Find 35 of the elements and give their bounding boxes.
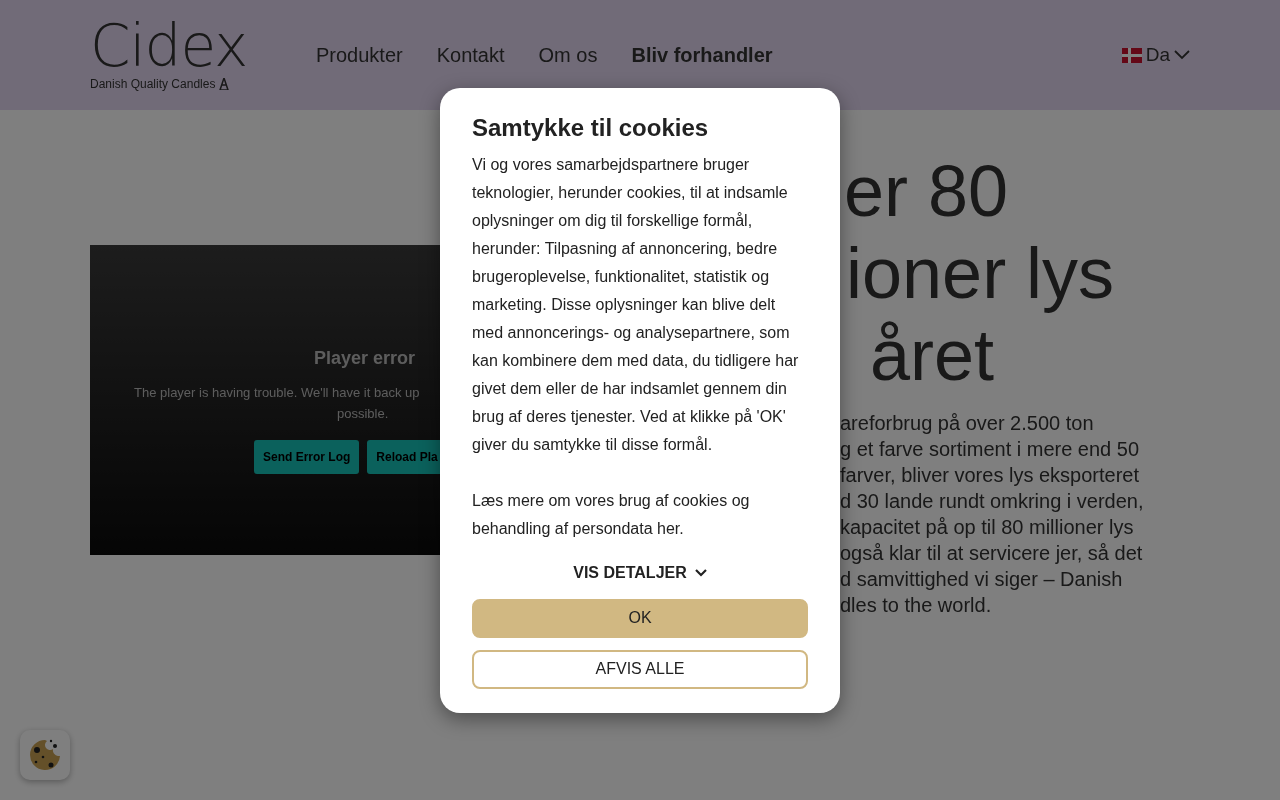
chevron-icon — [694, 568, 707, 577]
danish-flag-icon — [1121, 47, 1142, 63]
heading-line: er 80 — [844, 150, 1010, 232]
cookie-settings-button[interactable] — [20, 730, 70, 780]
body-text-line: d 30 lande rundt omkring i verden, — [840, 489, 1145, 514]
error-message: The player is having trouble. We'll have it back up — [133, 384, 421, 402]
logo-tagline: Danish Quality Candles — [90, 76, 216, 93]
dialog-paragraph: Læs mere om vores brug af cookies og behandling af persondata her. — [472, 490, 751, 539]
chevron-down-icon — [1174, 50, 1190, 60]
reject-all-button[interactable]: AFVIS ALLE — [472, 649, 808, 689]
nav-link[interactable]: Produkter — [316, 40, 403, 70]
details-toggle[interactable]: VIS DETALJER — [573, 560, 707, 585]
body-text-line: også klar til at servicere jer, så det — [840, 541, 1144, 566]
body-text-line: dles to the world. — [840, 593, 993, 618]
player-button[interactable]: Send Error Log — [254, 440, 360, 474]
heading-line: ioner lys — [846, 232, 1116, 314]
candle-icon — [219, 78, 230, 90]
nav-link[interactable]: Bliv forhandler — [631, 40, 773, 70]
body-text-line: kapacitet på op til 80 millioner lys — [840, 515, 1135, 540]
player-button[interactable]: Reload Pla — [367, 440, 440, 474]
ok-button[interactable]: OK — [472, 598, 808, 638]
dialog-paragraph: Vi og vores samarbejdspartnere bruger teknologier, herunder cookies, til at indsamle oplysninger om dig til forskellige formål, herunder: Tilpasning af annoncering, bedre brugeroplevelse, funktionalitet, statistik og marketing. Disse oplysninger kan blive delt med annoncerings- og analysepartnere, som kan kombinere dem med data, du tidligere har givet dem eller de har indsamlet gennem din brug af deres tjenester. Ved at klikke på 'OK' giver du samtykke til disse formål. — [472, 154, 800, 455]
body-text-line: farver, bliver vores lys eksporteret — [840, 463, 1140, 488]
body-text-line: g et farve sortiment i mere end 50 — [840, 437, 1141, 462]
cookie-icon — [27, 737, 63, 773]
body-text-line: areforbrug på over 2.500 ton — [840, 411, 1095, 436]
dialog-title: Samtykke til cookies — [472, 114, 710, 143]
body-text-line: d samvittighed vi siger – Danish — [840, 567, 1124, 592]
error-title: Player error — [313, 347, 417, 370]
logo-wordmark[interactable]: Cidex — [90, 17, 316, 75]
error-message: possible. — [336, 405, 390, 423]
language-selector[interactable]: Da — [1121, 40, 1190, 70]
heading-line: året — [870, 314, 996, 396]
nav-link[interactable]: Kontakt — [436, 40, 505, 70]
nav-link[interactable]: Om os — [538, 40, 598, 70]
